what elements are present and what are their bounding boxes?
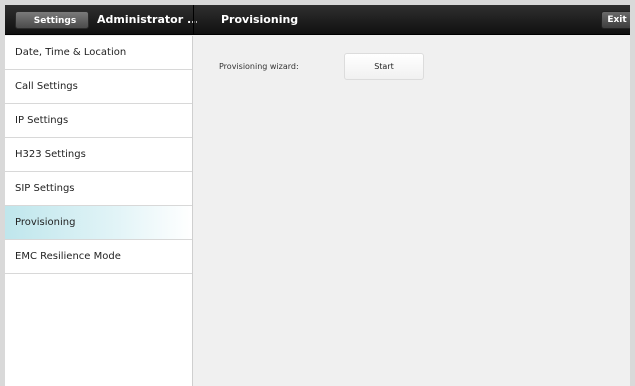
sidebar-item-provisioning[interactable]: Provisioning: [5, 206, 192, 240]
window: Settings Administrator ... Provisioning …: [5, 5, 630, 386]
sidebar-item-call-settings[interactable]: Call Settings: [5, 70, 192, 104]
sidebar-item-ip-settings[interactable]: IP Settings: [5, 104, 192, 138]
start-button[interactable]: Start: [344, 53, 424, 80]
provisioning-wizard-label: Provisioning wizard:: [219, 62, 299, 71]
section-title: Administrator ...: [97, 13, 197, 26]
main-content: Provisioning wizard: Start: [194, 36, 630, 386]
sidebar-item-emc-resilience-mode[interactable]: EMC Resilience Mode: [5, 240, 192, 274]
top-bar: Settings Administrator ... Provisioning …: [5, 5, 630, 35]
page-title: Provisioning: [221, 13, 299, 26]
sidebar-item-h323-settings[interactable]: H323 Settings: [5, 138, 192, 172]
settings-back-button[interactable]: Settings: [15, 11, 89, 29]
header-divider: [193, 5, 194, 35]
sidebar-item-sip-settings[interactable]: SIP Settings: [5, 172, 192, 206]
sidebar: Date, Time & Location Call Settings IP S…: [5, 36, 193, 386]
sidebar-item-date-time-location[interactable]: Date, Time & Location: [5, 36, 192, 70]
exit-button[interactable]: Exit: [601, 11, 630, 29]
